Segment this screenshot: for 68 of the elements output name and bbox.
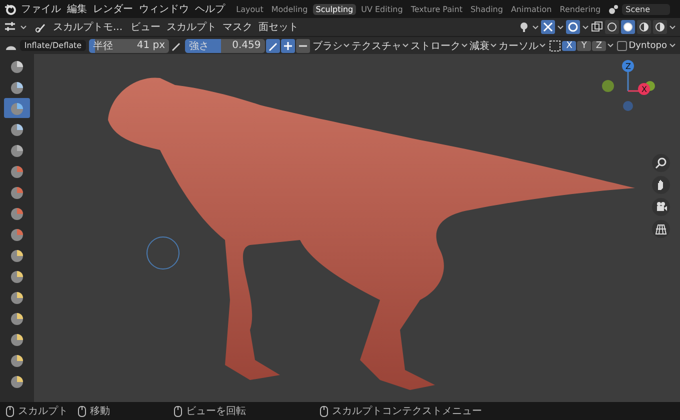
shading-button[interactable] bbox=[653, 20, 667, 34]
mouse-icon bbox=[174, 406, 182, 416]
workspace-tab[interactable]: UV Editing bbox=[358, 4, 406, 14]
caret-icon bbox=[607, 43, 614, 48]
status-hint: スカルプトコンテクストメニュー bbox=[332, 404, 482, 418]
symmetry-icon[interactable] bbox=[549, 40, 562, 52]
brush-icon bbox=[35, 21, 47, 33]
zoom-icon[interactable] bbox=[652, 154, 670, 172]
caret-icon bbox=[343, 43, 350, 48]
shading-button[interactable] bbox=[605, 20, 619, 34]
caret-icon bbox=[557, 24, 564, 30]
workspace-tab[interactable]: Layout bbox=[233, 4, 266, 14]
axis-toggle[interactable]: X bbox=[562, 40, 576, 50]
settings-dropdown[interactable]: ブラシ bbox=[312, 38, 342, 54]
workspace-tab[interactable]: Rendering bbox=[556, 4, 604, 14]
workspace-tab[interactable]: Animation bbox=[508, 4, 555, 14]
axis-toggle[interactable]: Y bbox=[577, 40, 591, 50]
workspace-tab[interactable]: Texture Paint bbox=[408, 4, 466, 14]
caret-icon bbox=[539, 43, 546, 48]
settings-dropdown[interactable]: ストローク bbox=[410, 38, 460, 54]
brush-name-field[interactable]: Inflate/Deflate bbox=[20, 40, 86, 51]
xray-icon[interactable] bbox=[591, 21, 603, 33]
menu-item[interactable]: ファイル bbox=[19, 2, 63, 16]
strength-slider[interactable]: 強さ 0.459 bbox=[184, 38, 265, 52]
caret-icon bbox=[668, 43, 676, 48]
grid-icon[interactable] bbox=[652, 220, 670, 238]
caret-icon bbox=[532, 24, 539, 30]
workspace-tab[interactable]: Modeling bbox=[268, 4, 311, 14]
brush-cursor-icon bbox=[146, 236, 180, 270]
caret-icon bbox=[490, 43, 498, 48]
caret-icon bbox=[20, 24, 27, 30]
menu-item[interactable]: ヘルプ bbox=[193, 2, 227, 16]
header-menu[interactable]: ビュー bbox=[128, 20, 163, 34]
scene-field[interactable]: Scene bbox=[622, 4, 670, 14]
caret-icon bbox=[582, 24, 589, 30]
overlay-icon[interactable] bbox=[566, 20, 580, 34]
status-hint: 移動 bbox=[90, 405, 110, 418]
header-menu[interactable]: 面セット bbox=[256, 20, 301, 34]
hand-icon[interactable] bbox=[652, 176, 670, 194]
caret-icon bbox=[669, 24, 676, 30]
mouse-icon bbox=[320, 406, 328, 416]
header-menu[interactable]: スカルプト bbox=[164, 20, 219, 34]
shading-button[interactable] bbox=[637, 20, 651, 34]
status-hint: スカルプト bbox=[18, 404, 68, 418]
menu-item[interactable]: ウィンドウ bbox=[137, 2, 191, 16]
header-menu[interactable]: マスク bbox=[220, 20, 255, 34]
menu-item[interactable]: 編集 bbox=[65, 2, 89, 16]
status-hint: ビューを回転 bbox=[186, 405, 246, 418]
mode-dropdown[interactable]: スカルプトモ... bbox=[49, 19, 127, 35]
mouse-icon bbox=[78, 406, 86, 416]
dyntopo-label[interactable]: Dyntopo bbox=[628, 40, 668, 52]
settings-dropdown[interactable]: テクスチャ bbox=[351, 38, 402, 54]
menu-item[interactable]: レンダー bbox=[91, 2, 135, 16]
caret-icon bbox=[402, 43, 410, 48]
caret-icon bbox=[461, 43, 468, 48]
camera-icon[interactable] bbox=[652, 198, 670, 216]
workspace-tab[interactable]: Shading bbox=[467, 4, 506, 14]
axis-gizmo-drawing[interactable]: Z X bbox=[598, 56, 658, 126]
settings-dropdown[interactable]: 減衰 bbox=[469, 38, 490, 54]
axis-toggle[interactable]: Z bbox=[592, 40, 606, 50]
settings-dropdown[interactable]: カーソル bbox=[498, 38, 538, 54]
shading-button[interactable] bbox=[621, 20, 635, 34]
plus-icon[interactable] bbox=[280, 38, 295, 52]
workspace-tab[interactable]: Sculpting bbox=[312, 4, 356, 14]
dyntopo-checkbox[interactable] bbox=[616, 40, 627, 50]
mouse-icon bbox=[6, 406, 14, 416]
editor-type-icon[interactable] bbox=[4, 21, 18, 33]
minus-icon[interactable] bbox=[296, 38, 310, 52]
